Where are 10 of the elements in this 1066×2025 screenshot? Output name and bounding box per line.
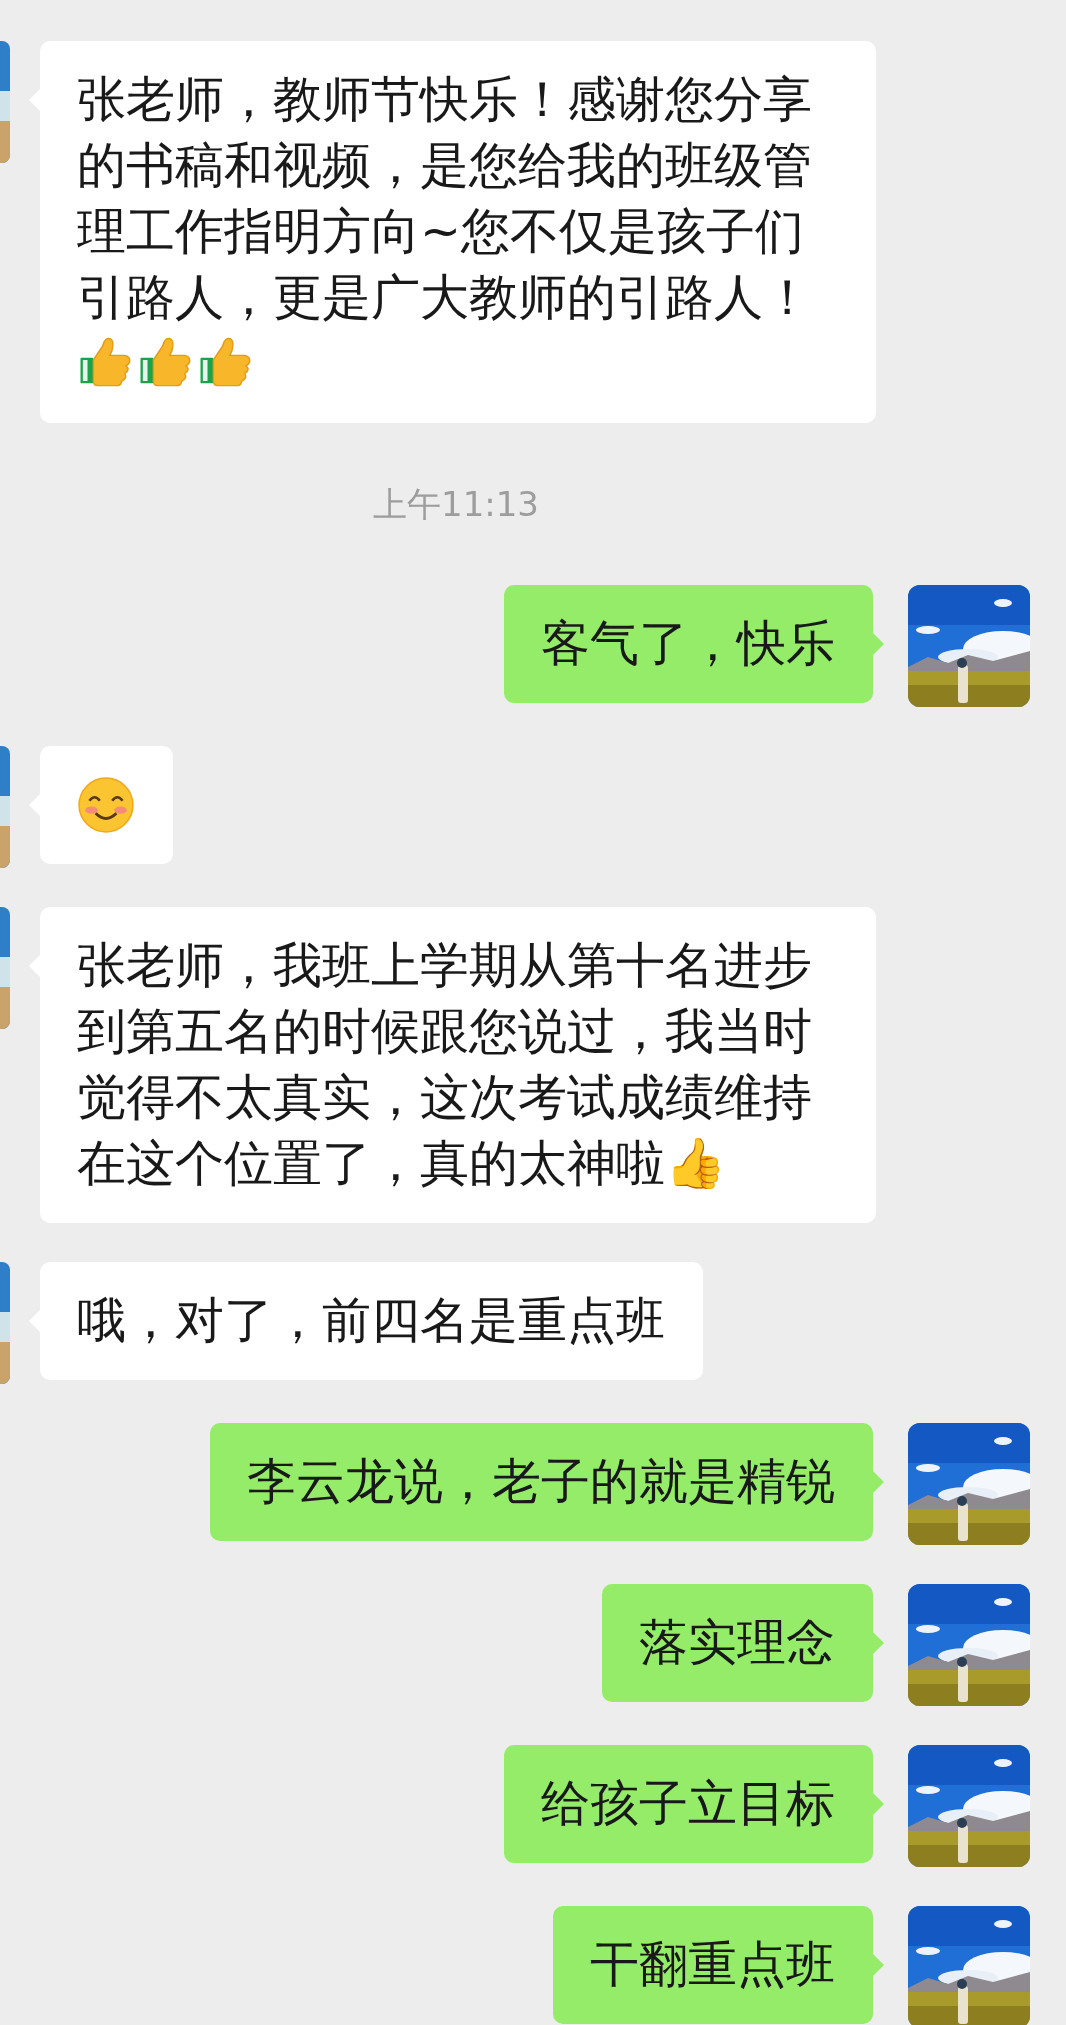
timestamp: 上午11:13 (373, 483, 539, 526)
message-text: 李云龙说，老子的就是精锐 (247, 1453, 835, 1510)
smiley-icon (77, 776, 135, 834)
message-text: 给孩子立目标 (541, 1775, 835, 1832)
message-text: 张老师，教师节快乐！感谢您分享的书稿和视频，是您给我的班级管理工作指明方向~您不仅是孩子们引路人，更是广大教师的引路人！ (77, 71, 812, 326)
message-text: 客气了，快乐 (541, 615, 835, 672)
message-text: 哦，对了，前四名是重点班 (77, 1292, 665, 1349)
message-text: 张老师，我班上学期从第十名进步到第五名的时候跟您说过，我当时觉得不太真实，这次考试成绩维持在这个位置了，真的太神啦👍 (77, 937, 812, 1192)
message-text: 干翻重点班 (590, 1936, 835, 1993)
message-text: 落实理念 (639, 1614, 835, 1671)
